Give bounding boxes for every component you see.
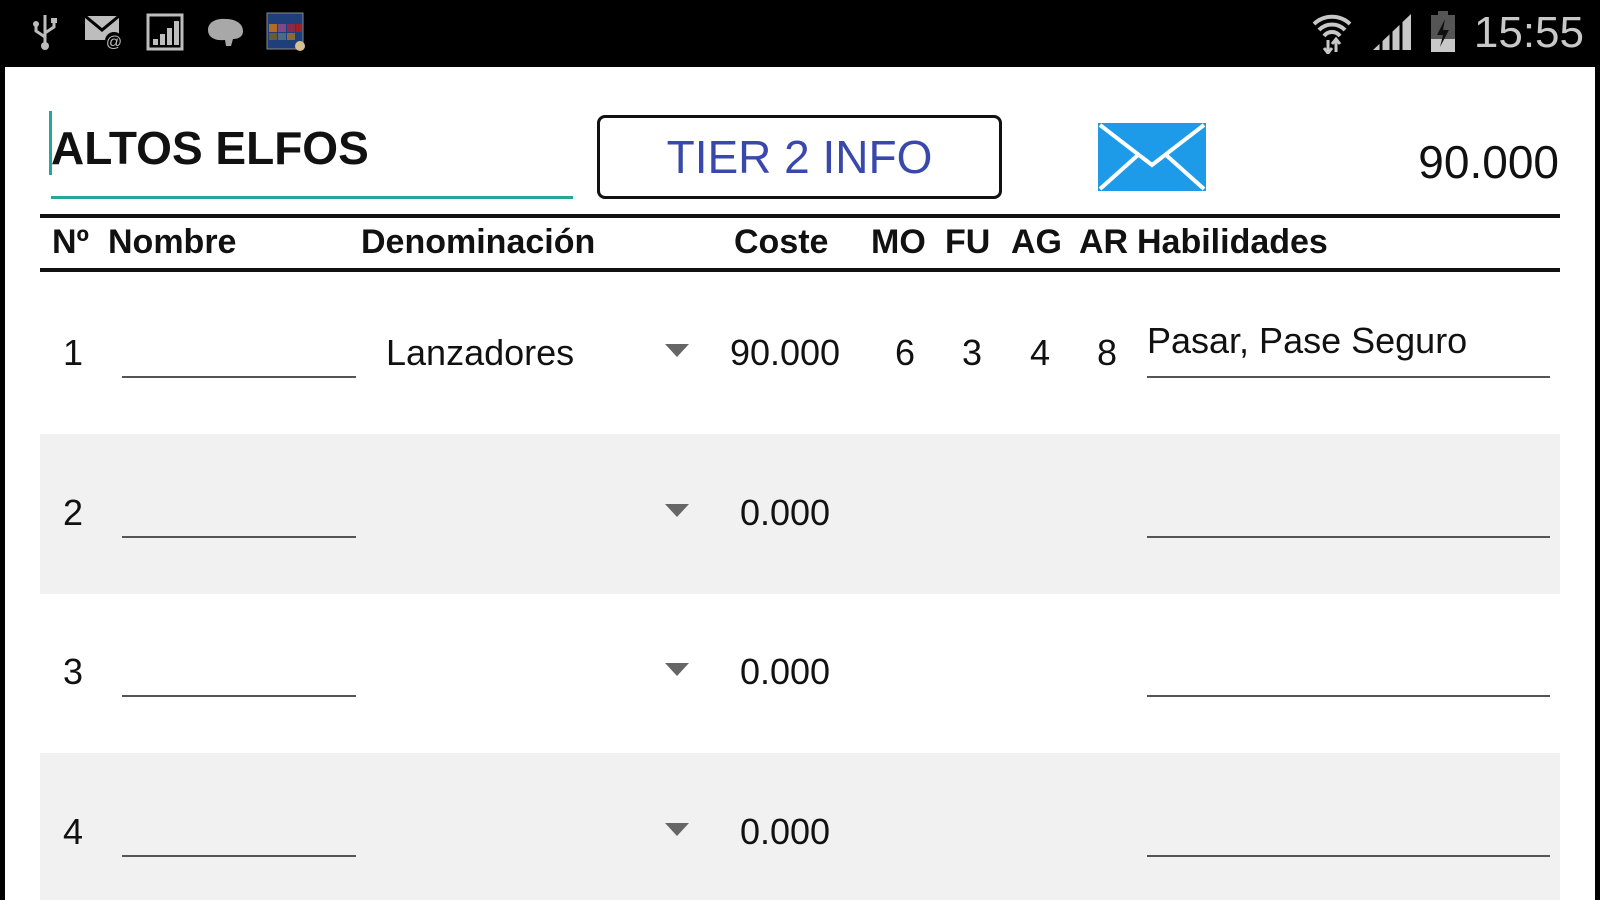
nombre-input[interactable] bbox=[122, 536, 356, 538]
habilidades-underline bbox=[1147, 536, 1550, 538]
col-header-denominacion: Denominación bbox=[361, 223, 596, 261]
coste-value: 0.000 bbox=[739, 651, 831, 692]
row-number: 4 bbox=[63, 811, 84, 852]
roster-screen: ALTOS ELFOS TIER 2 INFO 90.000 Nº Nombre… bbox=[5, 67, 1595, 900]
team-name-input[interactable]: ALTOS ELFOS bbox=[51, 117, 573, 199]
tier-info-button[interactable]: TIER 2 INFO bbox=[597, 115, 1002, 199]
habilidades-input[interactable]: Pasar, Pase Seguro bbox=[1147, 320, 1550, 362]
battery-charging-icon bbox=[1428, 11, 1458, 52]
table-row: 3 0.000 bbox=[40, 593, 1560, 753]
wordhero-app-icon bbox=[265, 12, 307, 52]
mo-value: 6 bbox=[894, 332, 916, 373]
coste-value: 90.000 bbox=[729, 332, 841, 373]
table-row: 4 0.000 bbox=[40, 753, 1560, 900]
wifi-icon bbox=[1310, 12, 1354, 54]
row-number: 3 bbox=[63, 651, 84, 692]
col-header-ag: AG bbox=[1011, 223, 1062, 261]
brain-icon bbox=[204, 12, 246, 52]
status-clock: 15:55 bbox=[1473, 8, 1584, 57]
col-header-num: Nº bbox=[52, 223, 89, 261]
col-header-habilidades: Habilidades bbox=[1137, 223, 1328, 261]
col-header-fu: FU bbox=[945, 223, 991, 261]
habilidades-underline bbox=[1147, 376, 1550, 378]
row-number: 1 bbox=[63, 332, 84, 373]
coste-value: 0.000 bbox=[739, 492, 831, 533]
habilidades-underline bbox=[1147, 695, 1550, 697]
col-header-coste: Coste bbox=[734, 223, 829, 261]
habilidades-underline bbox=[1147, 855, 1550, 857]
ag-value: 4 bbox=[1029, 332, 1051, 373]
denominacion-select[interactable]: Lanzadores bbox=[386, 332, 666, 374]
dropdown-arrow-icon[interactable] bbox=[665, 823, 689, 836]
status-bar: @ 15:55 bbox=[0, 0, 1600, 67]
nombre-input[interactable] bbox=[122, 695, 356, 697]
coste-value: 0.000 bbox=[739, 811, 831, 852]
nombre-input[interactable] bbox=[122, 855, 356, 857]
dropdown-arrow-icon[interactable] bbox=[665, 504, 689, 517]
team-total-cost: 90.000 bbox=[1418, 136, 1559, 188]
usb-icon bbox=[30, 12, 60, 52]
row-number: 2 bbox=[63, 492, 84, 533]
col-header-ar: AR bbox=[1079, 223, 1129, 261]
table-row: 2 0.000 bbox=[40, 434, 1560, 594]
header-bottom-rule bbox=[40, 268, 1560, 272]
col-header-nombre: Nombre bbox=[108, 223, 237, 261]
nombre-input[interactable] bbox=[122, 376, 356, 378]
text-cursor bbox=[49, 111, 52, 175]
cell-signal-icon bbox=[1370, 12, 1414, 52]
fu-value: 3 bbox=[961, 332, 983, 373]
header-top-rule bbox=[40, 214, 1560, 218]
table-row: 1 Lanzadores 90.000 6 3 4 8 Pasar, Pase … bbox=[40, 274, 1560, 434]
email-icon: @ bbox=[84, 12, 126, 52]
svg-text:@: @ bbox=[106, 34, 122, 51]
ar-value: 8 bbox=[1096, 332, 1118, 373]
dropdown-arrow-icon[interactable] bbox=[665, 663, 689, 676]
email-icon[interactable] bbox=[1098, 123, 1206, 196]
signal-box-icon bbox=[146, 12, 184, 52]
dropdown-arrow-icon[interactable] bbox=[665, 344, 689, 357]
col-header-mo: MO bbox=[871, 223, 926, 261]
